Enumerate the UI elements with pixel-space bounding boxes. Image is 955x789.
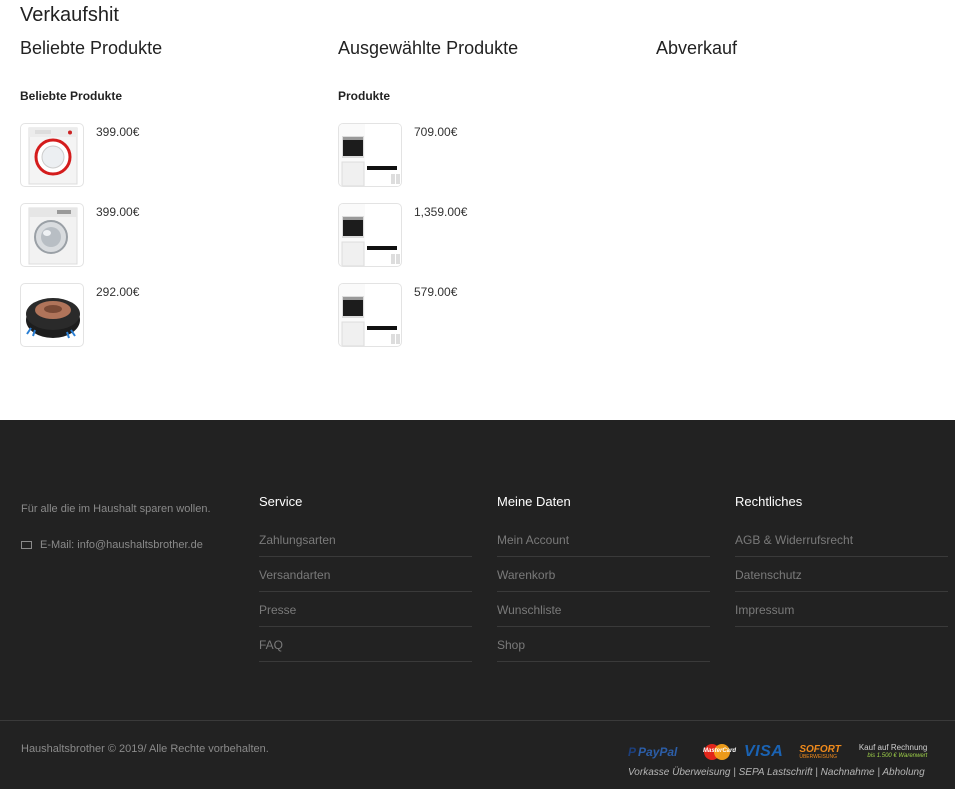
envelope-icon bbox=[21, 541, 32, 549]
footer-link-agb[interactable]: AGB & Widerrufsrecht bbox=[735, 531, 948, 557]
footer-email[interactable]: E-Mail: info@haushaltsbrother.de bbox=[21, 539, 203, 551]
product-item[interactable]: 709.00€ bbox=[338, 123, 638, 203]
footer-link-presse[interactable]: Presse bbox=[259, 601, 472, 627]
footer-copyright: Haushaltsbrother © 2019/ Alle Rechte vor… bbox=[21, 743, 269, 755]
footer-column-title: Meine Daten bbox=[497, 494, 571, 509]
column-sale: Abverkauf bbox=[656, 38, 955, 89]
footer-link-faq[interactable]: FAQ bbox=[259, 636, 472, 662]
product-image-oven-set[interactable] bbox=[338, 123, 402, 187]
product-item[interactable]: 579.00€ bbox=[338, 283, 638, 363]
product-price: 579.00€ bbox=[414, 285, 458, 299]
product-image-washing-machine[interactable] bbox=[20, 123, 84, 187]
payment-methods-text: Vorkasse Überweisung | SEPA Lastschrift … bbox=[628, 767, 925, 778]
paypal-logo: P PayPal bbox=[628, 745, 678, 759]
product-image-oven-set[interactable] bbox=[338, 203, 402, 267]
column-featured-products: Ausgewählte Produkte Produkte 709.00€ 1,… bbox=[338, 38, 638, 363]
footer-link-zahlungsarten[interactable]: Zahlungsarten bbox=[259, 531, 472, 557]
product-price: 399.00€ bbox=[96, 205, 140, 219]
footer-link-mein-account[interactable]: Mein Account bbox=[497, 531, 710, 557]
paypal-icon: P bbox=[628, 745, 637, 759]
footer-column-meine-daten: Meine Daten Mein Account Warenkorb Wunsc… bbox=[497, 494, 710, 671]
product-price: 399.00€ bbox=[96, 125, 140, 139]
footer-tagline: Für alle die im Haushalt sparen wollen. bbox=[21, 503, 211, 515]
product-image-washing-machine[interactable] bbox=[20, 203, 84, 267]
sofort-logo: SOFORT ÜBERWEISUNG bbox=[799, 743, 841, 760]
mastercard-logo: MasterCard bbox=[700, 744, 736, 760]
footer-link-impressum[interactable]: Impressum bbox=[735, 601, 948, 627]
column-popular-products: Beliebte Produkte Beliebte Produkte 399.… bbox=[20, 38, 320, 363]
footer-link-wunschliste[interactable]: Wunschliste bbox=[497, 601, 710, 627]
product-price: 709.00€ bbox=[414, 125, 458, 139]
product-item[interactable]: 399.00€ bbox=[20, 203, 320, 283]
product-showcase: Verkaufshit Beliebte Produkte Beliebte P… bbox=[0, 0, 955, 420]
product-image-robot-vacuum[interactable] bbox=[20, 283, 84, 347]
product-image-oven-set[interactable] bbox=[338, 283, 402, 347]
footer-column-title: Service bbox=[259, 494, 303, 509]
footer-link-datenschutz[interactable]: Datenschutz bbox=[735, 566, 948, 592]
product-item[interactable]: 292.00€ bbox=[20, 283, 320, 363]
column-title: Beliebte Produkte bbox=[20, 38, 163, 58]
product-price: 1,359.00€ bbox=[414, 205, 468, 219]
column-subtitle: Produkte bbox=[338, 89, 391, 103]
payment-methods: P PayPal MasterCard VISA SOFORT ÜBERWEIS… bbox=[628, 743, 940, 783]
footer-column-rechtliches: Rechtliches AGB & Widerrufsrecht Datensc… bbox=[735, 494, 948, 636]
visa-logo: VISA bbox=[744, 743, 784, 760]
footer-column-title: Rechtliches bbox=[735, 494, 803, 509]
product-item[interactable]: 399.00€ bbox=[20, 123, 320, 203]
footer-link-versandarten[interactable]: Versandarten bbox=[259, 566, 472, 592]
column-title: Abverkauf bbox=[656, 38, 738, 58]
footer-column-service: Service Zahlungsarten Versandarten Press… bbox=[259, 494, 472, 671]
invoice-badge: Kauf auf Rechnung bis 1.500 € Warenwert bbox=[858, 743, 928, 760]
footer-link-warenkorb[interactable]: Warenkorb bbox=[497, 566, 710, 592]
site-footer: Für alle die im Haushalt sparen wollen. … bbox=[0, 420, 955, 789]
column-subtitle: Beliebte Produkte bbox=[20, 89, 123, 103]
footer-email-text[interactable]: E-Mail: info@haushaltsbrother.de bbox=[40, 539, 203, 551]
product-price: 292.00€ bbox=[96, 285, 140, 299]
footer-link-shop[interactable]: Shop bbox=[497, 636, 710, 662]
section-title: Verkaufshit bbox=[20, 4, 119, 26]
footer-divider bbox=[0, 720, 955, 721]
product-item[interactable]: 1,359.00€ bbox=[338, 203, 638, 283]
column-title: Ausgewählte Produkte bbox=[338, 38, 519, 58]
